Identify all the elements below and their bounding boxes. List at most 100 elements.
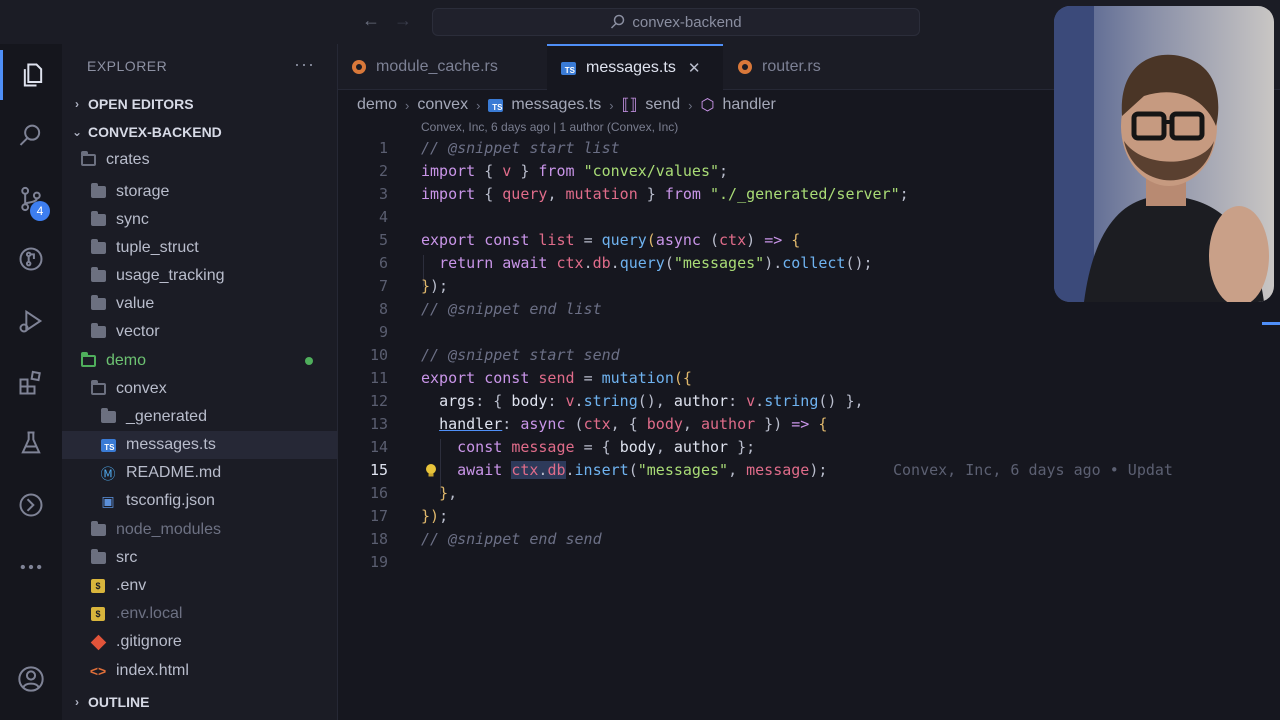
more-views-icon[interactable]: [0, 542, 62, 592]
explorer-sidebar: EXPLORER ··· › OPEN EDITORS ⌄ CONVEX-BAC…: [62, 44, 338, 720]
tree-item-label: src: [116, 549, 138, 566]
scrollbar-marker: [1262, 322, 1280, 325]
tree-item-label: sync: [116, 211, 149, 228]
remote-explorer-icon[interactable]: [0, 480, 62, 530]
outline-section[interactable]: › OUTLINE: [68, 689, 149, 715]
forward-arrow-icon[interactable]: →: [394, 10, 412, 31]
tree-item-label: .gitignore: [116, 633, 182, 650]
tree-item-label: index.html: [116, 662, 189, 679]
tree-item-label: _generated: [126, 408, 207, 425]
folder-icon: [90, 267, 106, 284]
code-line: 11 export const send = mutation({: [369, 369, 692, 387]
tree-item-usage-tracking[interactable]: usage_tracking: [62, 262, 337, 290]
folder-icon: [90, 549, 106, 566]
tree-item-label: .env: [116, 577, 147, 594]
command-center-search[interactable]: convex-backend: [432, 8, 920, 36]
breadcrumb-item[interactable]: convex: [417, 96, 468, 114]
code-line: 12 args: { body: v.string(), author: v.s…: [369, 392, 864, 410]
navigation-arrows: ← →: [362, 10, 412, 31]
inline-blame: Convex, Inc, 6 days ago • Updat: [893, 461, 1173, 479]
env-file-icon: $: [90, 578, 106, 594]
env-file-icon: $: [90, 606, 106, 622]
tab-module-cache[interactable]: module_cache.rs: [338, 44, 546, 90]
tree-item-env-local[interactable]: $ .env.local: [62, 600, 337, 628]
testing-flask-icon[interactable]: [0, 418, 62, 468]
tree-item-label: vector: [116, 323, 160, 340]
code-line: 16 },: [369, 484, 458, 502]
tree-item-label: usage_tracking: [116, 267, 225, 284]
code-line: 17});: [369, 507, 449, 525]
git-graph-icon[interactable]: [0, 234, 62, 284]
tree-item-node-modules[interactable]: node_modules: [62, 516, 337, 544]
tab-router[interactable]: router.rs: [724, 44, 874, 90]
extensions-icon[interactable]: [0, 358, 62, 408]
tree-item-generated[interactable]: _generated: [62, 403, 337, 431]
chevron-right-icon: ›: [405, 97, 410, 113]
breadcrumb-item[interactable]: demo: [357, 96, 397, 114]
tree-item-src[interactable]: src: [62, 544, 337, 572]
typescript-file-icon: TS: [100, 437, 116, 453]
json-file-icon: ▣: [101, 492, 115, 509]
breadcrumb-item[interactable]: handler: [722, 96, 775, 114]
lightbulb-icon[interactable]: [424, 463, 438, 479]
folder-icon: [90, 239, 106, 256]
tree-item-vector[interactable]: vector: [62, 318, 337, 346]
folder-open-icon: [90, 380, 106, 397]
tree-item-crates[interactable]: crates: [62, 146, 337, 174]
folder-icon: [90, 323, 106, 340]
tree-item-storage[interactable]: storage: [62, 178, 337, 206]
search-icon[interactable]: [0, 110, 62, 160]
activity-bar: 4: [0, 44, 62, 720]
tree-item-readme[interactable]: Ⓜ README.md: [62, 459, 337, 487]
presenter-video-icon: [1054, 6, 1274, 302]
tree-item-sync[interactable]: sync: [62, 206, 337, 234]
git-blame-codelens[interactable]: Convex, Inc, 6 days ago | 1 author (Conv…: [421, 120, 678, 134]
tree-item-label: storage: [116, 183, 170, 200]
explorer-icon[interactable]: [0, 50, 62, 100]
more-actions-icon[interactable]: ···: [294, 54, 315, 75]
chevron-right-icon: ›: [75, 695, 79, 709]
symbol-method-icon: ⬡: [700, 97, 715, 114]
breadcrumb-item[interactable]: send: [645, 96, 680, 114]
tree-item-tsconfig[interactable]: ▣ tsconfig.json: [62, 487, 337, 515]
breadcrumb: demo › convex › TS messages.ts › ⟦⟧ send…: [357, 92, 776, 118]
tree-item-label: node_modules: [116, 521, 221, 538]
folder-icon: [90, 211, 106, 228]
open-editors-section[interactable]: › OPEN EDITORS: [68, 91, 194, 117]
tree-item-index-html[interactable]: <> index.html: [62, 657, 337, 685]
account-icon[interactable]: [0, 654, 62, 704]
tree-item-env[interactable]: $ .env: [62, 572, 337, 600]
workspace-label: CONVEX-BACKEND: [88, 124, 222, 140]
tree-item-gitignore[interactable]: .gitignore: [62, 628, 337, 656]
code-line: 13 handler: async (ctx, { body, author }…: [369, 415, 828, 433]
rust-file-icon: [738, 60, 752, 74]
tab-messages-ts[interactable]: TS messages.ts ✕: [547, 44, 723, 90]
git-file-icon: [90, 634, 106, 650]
code-line: 9: [378, 323, 388, 341]
back-arrow-icon[interactable]: ←: [362, 10, 380, 31]
tree-item-label: demo: [106, 352, 147, 369]
workspace-section[interactable]: ⌄ CONVEX-BACKEND: [68, 119, 222, 145]
tree-item-demo[interactable]: demo: [62, 347, 337, 375]
tree-item-messages-ts[interactable]: TS messages.ts: [62, 431, 337, 459]
tab-label: module_cache.rs: [376, 58, 498, 75]
tree-item-value[interactable]: value: [62, 290, 337, 318]
scm-badge: 4: [30, 201, 50, 221]
folder-open-icon: [80, 352, 96, 369]
folder-open-icon: [80, 151, 96, 168]
breadcrumb-item[interactable]: messages.ts: [511, 96, 601, 114]
tree-item-convex[interactable]: convex: [62, 375, 337, 403]
run-debug-icon[interactable]: [0, 296, 62, 346]
chevron-down-icon: ⌄: [71, 125, 83, 139]
close-icon[interactable]: ✕: [688, 59, 701, 77]
tree-item-label: tuple_struct: [116, 239, 199, 256]
chevron-right-icon: ›: [688, 97, 693, 113]
tree-item-tuple-struct[interactable]: tuple_struct: [62, 234, 337, 262]
code-line: 10// @snippet start send: [369, 346, 620, 364]
tree-item-label: value: [116, 295, 155, 312]
tab-label: messages.ts: [586, 59, 676, 76]
code-line: 19: [369, 553, 388, 571]
code-line: 18// @snippet end send: [369, 530, 602, 548]
symbol-variable-icon: ⟦⟧: [621, 97, 638, 114]
typescript-file-icon: TS: [488, 98, 504, 112]
